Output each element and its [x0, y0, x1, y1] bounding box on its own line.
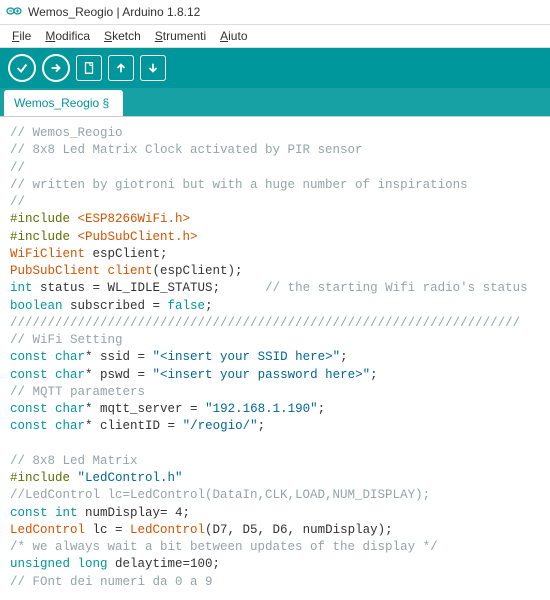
- kw: int: [48, 506, 78, 520]
- comment: ////////////////////////////////////////…: [10, 316, 520, 330]
- code: * clientID =: [85, 419, 183, 433]
- code: ;: [340, 350, 348, 364]
- code: * mqtt_server =: [85, 402, 205, 416]
- menu-edit[interactable]: Modifica: [39, 27, 96, 45]
- include-lib: <ESP8266WiFi.h>: [78, 212, 191, 226]
- verify-button[interactable]: [8, 54, 36, 82]
- code: ;: [258, 419, 266, 433]
- menu-sketch[interactable]: Sketch: [98, 27, 147, 45]
- comment: /* we always wait a bit between updates …: [10, 540, 438, 554]
- code: numDisplay= 4;: [78, 506, 191, 520]
- menu-tools[interactable]: Strumenti: [149, 27, 212, 45]
- arrow-right-icon: [49, 61, 63, 75]
- kw: const: [10, 402, 48, 416]
- code: ;: [318, 402, 326, 416]
- window-title: Wemos_Reogio | Arduino 1.8.12: [28, 5, 200, 19]
- arrow-up-icon: [114, 61, 128, 75]
- comment: // WiFi Setting: [10, 333, 123, 347]
- code: * pswd =: [85, 368, 153, 382]
- string: "192.168.1.190": [205, 402, 318, 416]
- open-button[interactable]: [108, 55, 134, 81]
- kw: const: [10, 506, 48, 520]
- check-icon: [15, 61, 29, 75]
- type: boolean: [10, 299, 63, 313]
- code: ;: [370, 368, 378, 382]
- comment: // written by giotroni but with a huge n…: [10, 178, 468, 192]
- toolbar: [0, 48, 550, 88]
- string: "<insert your password here>": [153, 368, 371, 382]
- code: * ssid =: [85, 350, 153, 364]
- comment: //LedControl lc=LedControl(DataIn,CLK,LO…: [10, 488, 430, 502]
- string: "<insert your SSID here>": [153, 350, 341, 364]
- kw: const: [10, 368, 48, 382]
- menu-file[interactable]: File: [6, 27, 37, 45]
- code: status =: [33, 281, 108, 295]
- code: subscribed =: [63, 299, 168, 313]
- arduino-logo-icon: [6, 4, 22, 20]
- comment: //: [10, 161, 25, 175]
- arrow-down-icon: [146, 61, 160, 75]
- comment: // the starting Wifi radio's status: [265, 281, 528, 295]
- kw: char: [48, 368, 86, 382]
- tab-sketch[interactable]: Wemos_Reogio §: [4, 90, 123, 116]
- kw: char: [48, 350, 86, 364]
- kw: char: [48, 419, 86, 433]
- type: int: [10, 281, 33, 295]
- code: (D7, D5, D6, numDisplay);: [205, 523, 393, 537]
- kw: unsigned: [10, 557, 70, 571]
- include-local: "LedControl.h": [78, 471, 183, 485]
- file-icon: [82, 61, 96, 75]
- code: ;: [205, 299, 213, 313]
- kw: const: [10, 419, 48, 433]
- tab-bar: Wemos_Reogio §: [0, 88, 550, 116]
- preproc: #include: [10, 212, 78, 226]
- code: delaytime=100;: [108, 557, 221, 571]
- string: "/reogio/": [183, 419, 258, 433]
- comment: // MQTT parameters: [10, 385, 145, 399]
- code: espClient;: [85, 247, 168, 261]
- menu-help[interactable]: Aiuto: [214, 27, 253, 45]
- comment: // 8x8 Led Matrix: [10, 454, 138, 468]
- type: LedControl: [10, 523, 85, 537]
- preproc: #include: [10, 471, 78, 485]
- save-button[interactable]: [140, 55, 166, 81]
- upload-button[interactable]: [42, 54, 70, 82]
- type: LedControl: [130, 523, 205, 537]
- comment: // FOnt dei numeri da 0 a 9: [10, 575, 213, 589]
- code: (espClient);: [153, 264, 243, 278]
- comment: // Wemos_Reogio: [10, 126, 123, 140]
- comment: // 8x8 Led Matrix Clock activated by PIR…: [10, 143, 363, 157]
- comment: //: [10, 195, 25, 209]
- kw: const: [10, 350, 48, 364]
- code-editor[interactable]: // Wemos_Reogio // 8x8 Led Matrix Clock …: [0, 116, 550, 592]
- new-button[interactable]: [76, 55, 102, 81]
- code: ;: [213, 281, 266, 295]
- preproc: #include: [10, 230, 78, 244]
- kw: false: [168, 299, 206, 313]
- type: WiFiClient: [10, 247, 85, 261]
- include-lib: <PubSubClient.h>: [78, 230, 198, 244]
- kw: char: [48, 402, 86, 416]
- menubar: File Modifica Sketch Strumenti Aiuto: [0, 25, 550, 48]
- const: WL_IDLE_STATUS: [108, 281, 213, 295]
- type: PubSubClient: [10, 264, 100, 278]
- window-titlebar: Wemos_Reogio | Arduino 1.8.12: [0, 0, 550, 25]
- code: client: [100, 264, 153, 278]
- code: lc =: [85, 523, 130, 537]
- kw: long: [70, 557, 108, 571]
